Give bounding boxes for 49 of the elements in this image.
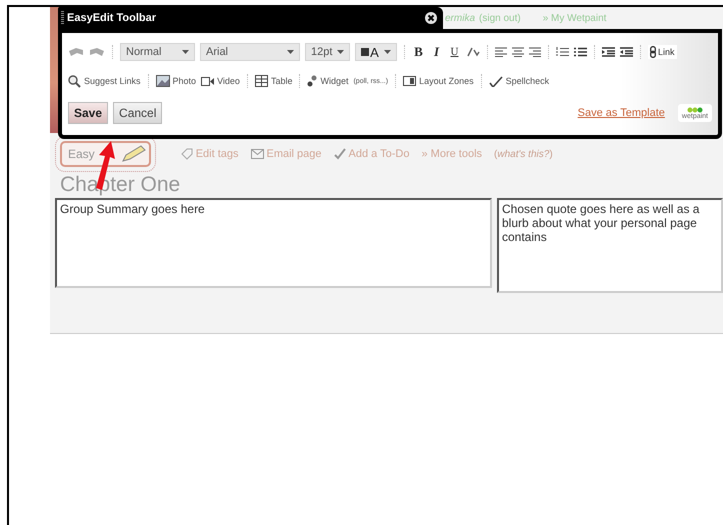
align-left-icon[interactable] <box>495 47 507 57</box>
bullet-list-icon[interactable] <box>574 47 587 57</box>
caret-icon <box>287 50 294 54</box>
font-dropdown[interactable]: Arial <box>200 43 300 61</box>
numbered-list-icon[interactable] <box>556 47 569 57</box>
clear-format-icon[interactable] <box>466 46 480 58</box>
style-dropdown[interactable]: Normal <box>120 43 195 61</box>
italic-button[interactable]: I <box>430 44 443 60</box>
indent-icon[interactable] <box>620 47 633 57</box>
text-color-dropdown[interactable]: A <box>355 43 397 61</box>
search-icon <box>68 74 81 88</box>
drag-handle-icon[interactable] <box>61 11 64 25</box>
summary-text-box[interactable]: Group Summary goes here <box>55 198 492 288</box>
caret-icon <box>384 50 391 54</box>
link-button[interactable]: Link <box>648 45 677 59</box>
insert-tool-button[interactable]: Spellcheck <box>488 75 550 87</box>
close-icon[interactable] <box>425 12 437 24</box>
align-center-icon[interactable] <box>512 47 524 57</box>
insert-tool-button[interactable]: Layout Zones <box>403 76 474 86</box>
font-size-dropdown[interactable]: 12pt <box>305 43 350 61</box>
insert-tool-button[interactable]: Table <box>254 75 292 87</box>
table-icon <box>254 75 268 87</box>
video-camera-icon <box>201 76 214 86</box>
envelope-icon <box>250 149 264 159</box>
spellcheck-icon <box>488 75 503 87</box>
tag-icon <box>180 148 193 160</box>
chain-link-icon <box>650 46 656 58</box>
insert-tool-button[interactable]: Video <box>201 76 240 86</box>
save-as-template-link[interactable]: Save as Template <box>578 107 665 119</box>
image-icon <box>156 75 170 87</box>
checkmark-icon <box>334 148 346 160</box>
dots-icon <box>686 106 703 113</box>
caret-icon <box>182 50 189 54</box>
user-name: ermika <box>445 12 476 24</box>
bold-button[interactable]: B <box>412 44 425 60</box>
save-button[interactable]: Save <box>68 102 108 124</box>
insert-tool-button[interactable]: Suggest Links <box>68 74 141 88</box>
underline-button[interactable]: U <box>448 46 461 58</box>
outdent-icon[interactable] <box>602 47 615 57</box>
insert-tool-button[interactable]: Photo <box>156 75 196 87</box>
toolbar-title: EasyEdit Toolbar <box>67 12 158 24</box>
caret-icon <box>337 50 344 54</box>
align-right-icon[interactable] <box>529 47 541 57</box>
widget-icon <box>307 75 318 87</box>
pencil-icon <box>120 145 147 163</box>
color-swatch-icon <box>361 48 369 56</box>
layout-icon <box>403 76 416 86</box>
cancel-button[interactable]: Cancel <box>113 102 162 124</box>
quote-text-box[interactable]: Chosen quote goes here as well as a blurb about what your personal page contains <box>497 198 723 293</box>
